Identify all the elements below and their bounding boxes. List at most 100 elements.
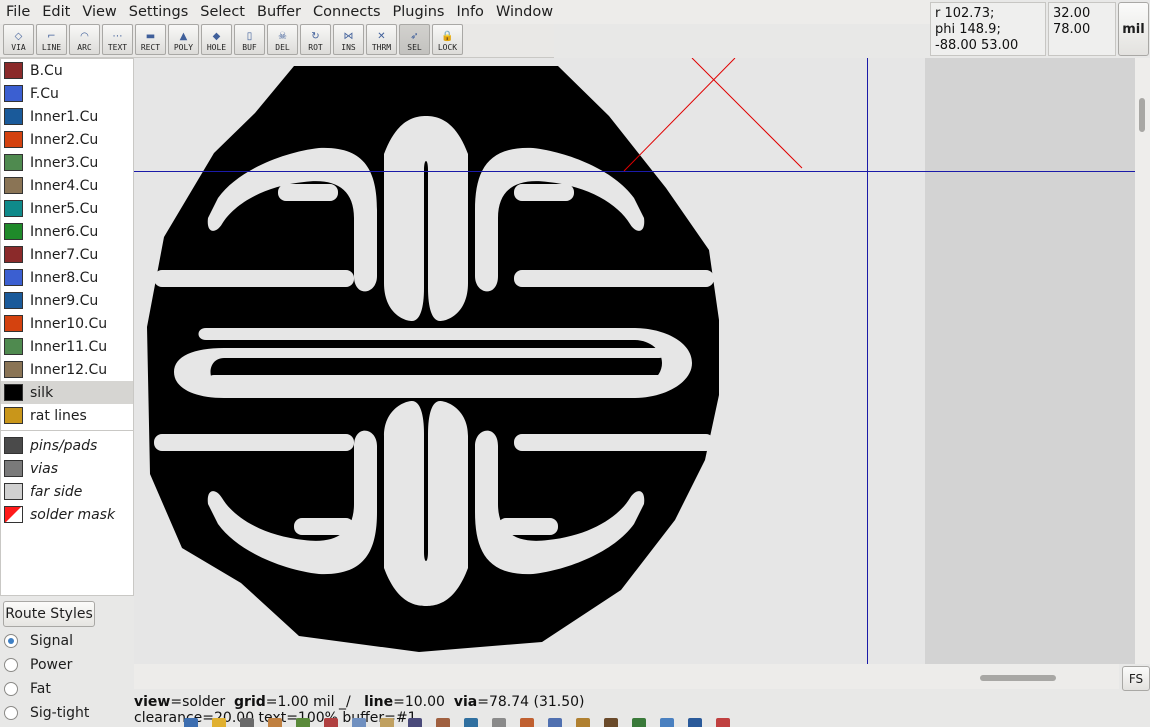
menu-file[interactable]: File xyxy=(0,0,36,24)
route-style-fat[interactable]: Fat xyxy=(4,677,89,701)
horizontal-scroll-thumb[interactable] xyxy=(980,675,1056,681)
taskbar-app-icon[interactable] xyxy=(716,718,730,727)
menu-view[interactable]: View xyxy=(76,0,122,24)
tool-arc-button[interactable]: ◠ ARC xyxy=(69,24,100,55)
layer-item[interactable]: F.Cu xyxy=(1,82,133,105)
menu-info[interactable]: Info xyxy=(450,0,489,24)
tool-via-button[interactable]: ◇ VIA xyxy=(3,24,34,55)
taskbar-app-icon[interactable] xyxy=(324,718,338,727)
radio-button[interactable] xyxy=(4,706,18,720)
layer-color-swatch[interactable] xyxy=(4,108,23,125)
layer-color-swatch[interactable] xyxy=(4,246,23,263)
menu-window[interactable]: Window xyxy=(490,0,559,24)
taskbar-app-icon[interactable] xyxy=(520,718,534,727)
taskbar-app-icon[interactable] xyxy=(268,718,282,727)
radio-button[interactable] xyxy=(4,634,18,648)
tool-poly-button[interactable]: ▲ POLY xyxy=(168,24,199,55)
layer-item[interactable]: silk xyxy=(1,381,133,404)
taskbar-app-icon[interactable] xyxy=(184,718,198,727)
taskbar-app-icon[interactable] xyxy=(436,718,450,727)
route-style-power[interactable]: Power xyxy=(4,653,89,677)
taskbar-app-icon[interactable] xyxy=(576,718,590,727)
layer-item[interactable]: Inner1.Cu xyxy=(1,105,133,128)
vertical-scrollbar[interactable] xyxy=(1135,58,1150,664)
menu-settings[interactable]: Settings xyxy=(123,0,194,24)
layer-item[interactable]: Inner8.Cu xyxy=(1,266,133,289)
layer-item[interactable]: pins/pads xyxy=(1,434,133,457)
layer-color-swatch[interactable] xyxy=(4,131,23,148)
taskbar-app-icon[interactable] xyxy=(548,718,562,727)
pcb-canvas[interactable] xyxy=(134,58,1135,664)
layer-color-swatch[interactable] xyxy=(4,315,23,332)
taskbar-app-icon[interactable] xyxy=(408,718,422,727)
tool-text-button[interactable]: ⋯ TEXT xyxy=(102,24,133,55)
layer-item[interactable]: solder mask xyxy=(1,503,133,526)
tool-buf-button[interactable]: ▯ BUF xyxy=(234,24,265,55)
taskbar-app-icon[interactable] xyxy=(688,718,702,727)
layer-item[interactable]: Inner10.Cu xyxy=(1,312,133,335)
tool-del-button[interactable]: ☠ DEL xyxy=(267,24,298,55)
taskbar-app-icon[interactable] xyxy=(212,718,226,727)
layer-color-swatch[interactable] xyxy=(4,85,23,102)
layer-color-swatch[interactable] xyxy=(4,338,23,355)
layer-item[interactable]: vias xyxy=(1,457,133,480)
layer-item[interactable]: Inner7.Cu xyxy=(1,243,133,266)
taskbar-app-icon[interactable] xyxy=(380,718,394,727)
taskbar-app-icon[interactable] xyxy=(604,718,618,727)
radio-button[interactable] xyxy=(4,682,18,696)
taskbar-app-icon[interactable] xyxy=(660,718,674,727)
horizontal-scrollbar[interactable] xyxy=(134,664,1119,689)
taskbar-app-icon[interactable] xyxy=(352,718,366,727)
layer-color-swatch[interactable] xyxy=(4,154,23,171)
layer-color-swatch[interactable] xyxy=(4,200,23,217)
menu-buffer[interactable]: Buffer xyxy=(251,0,307,24)
layer-item[interactable]: Inner9.Cu xyxy=(1,289,133,312)
units-toggle-button[interactable]: mil xyxy=(1118,2,1149,56)
route-style-signal[interactable]: Signal xyxy=(4,629,89,653)
layer-color-swatch[interactable] xyxy=(4,361,23,378)
tool-lock-button[interactable]: 🔒 LOCK xyxy=(432,24,463,55)
layer-color-swatch[interactable] xyxy=(4,292,23,309)
layer-item[interactable]: Inner2.Cu xyxy=(1,128,133,151)
layer-color-swatch[interactable] xyxy=(4,384,23,401)
layer-item[interactable]: Inner11.Cu xyxy=(1,335,133,358)
layer-item[interactable]: Inner4.Cu xyxy=(1,174,133,197)
layer-color-swatch[interactable] xyxy=(4,483,23,500)
layer-color-swatch[interactable] xyxy=(4,177,23,194)
taskbar-app-icon[interactable] xyxy=(632,718,646,727)
tool-hole-button[interactable]: ◆ HOLE xyxy=(201,24,232,55)
taskbar-app-icon[interactable] xyxy=(464,718,478,727)
menu-edit[interactable]: Edit xyxy=(36,0,76,24)
layer-item[interactable]: B.Cu xyxy=(1,59,133,82)
tool-line-button[interactable]: ⌐ LINE xyxy=(36,24,67,55)
tool-ins-button[interactable]: ⋈ INS xyxy=(333,24,364,55)
layer-item[interactable]: Inner6.Cu xyxy=(1,220,133,243)
menu-connects[interactable]: Connects xyxy=(307,0,387,24)
menu-select[interactable]: Select xyxy=(194,0,251,24)
layer-item[interactable]: Inner5.Cu xyxy=(1,197,133,220)
tool-thrm-button[interactable]: ✕ THRM xyxy=(366,24,397,55)
taskbar-app-icon[interactable] xyxy=(240,718,254,727)
layer-color-swatch[interactable] xyxy=(4,506,23,523)
layer-item[interactable]: far side xyxy=(1,480,133,503)
menu-plugins[interactable]: Plugins xyxy=(387,0,451,24)
layer-color-swatch[interactable] xyxy=(4,460,23,477)
taskbar-app-icon[interactable] xyxy=(296,718,310,727)
route-style-sig-tight[interactable]: Sig-tight xyxy=(4,701,89,725)
layer-item[interactable]: Inner3.Cu xyxy=(1,151,133,174)
taskbar-app-icon[interactable] xyxy=(492,718,506,727)
fullscreen-button[interactable]: FS xyxy=(1122,666,1150,691)
layer-item[interactable]: rat lines xyxy=(1,404,133,427)
radio-button[interactable] xyxy=(4,658,18,672)
layer-color-swatch[interactable] xyxy=(4,437,23,454)
layer-color-swatch[interactable] xyxy=(4,62,23,79)
tool-rot-button[interactable]: ↻ ROT xyxy=(300,24,331,55)
layer-item[interactable]: Inner12.Cu xyxy=(1,358,133,381)
tool-sel-button[interactable]: ➶ SEL xyxy=(399,24,430,55)
vertical-scroll-thumb[interactable] xyxy=(1139,98,1145,132)
layer-color-swatch[interactable] xyxy=(4,269,23,286)
route-styles-button[interactable]: Route Styles xyxy=(3,601,95,627)
layer-color-swatch[interactable] xyxy=(4,407,23,424)
tool-rect-button[interactable]: ▬ RECT xyxy=(135,24,166,55)
layer-color-swatch[interactable] xyxy=(4,223,23,240)
